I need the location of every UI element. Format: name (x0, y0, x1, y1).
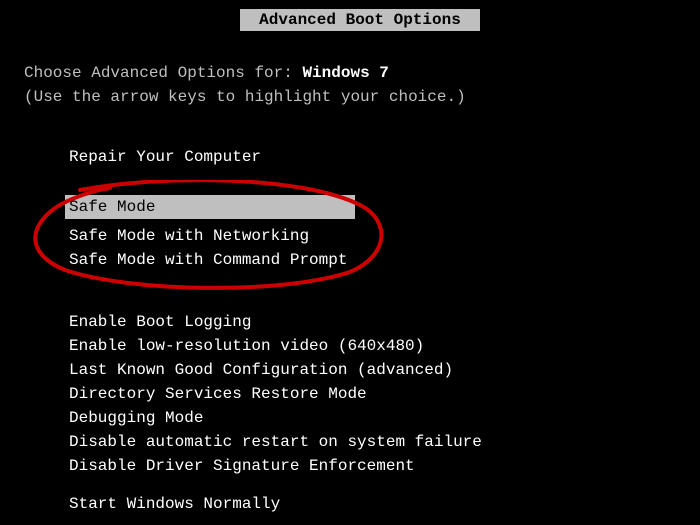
menu-directory-services-restore[interactable]: Directory Services Restore Mode (65, 382, 371, 406)
menu-repair-your-computer[interactable]: Repair Your Computer (65, 145, 265, 169)
menu-last-known-good-configuration[interactable]: Last Known Good Configuration (advanced) (65, 358, 457, 382)
prompt-prefix: Choose Advanced Options for: (24, 64, 302, 82)
prompt-instructions: (Use the arrow keys to highlight your ch… (24, 88, 466, 106)
menu-safe-mode-command-prompt[interactable]: Safe Mode with Command Prompt (65, 248, 351, 272)
menu-safe-mode[interactable]: Safe Mode (65, 195, 355, 219)
menu-disable-automatic-restart[interactable]: Disable automatic restart on system fail… (65, 430, 486, 454)
menu-safe-mode-networking[interactable]: Safe Mode with Networking (65, 224, 313, 248)
os-name: Windows 7 (302, 64, 388, 82)
menu-enable-low-resolution-video[interactable]: Enable low-resolution video (640x480) (65, 334, 428, 358)
menu-enable-boot-logging[interactable]: Enable Boot Logging (65, 310, 255, 334)
menu-disable-driver-signature[interactable]: Disable Driver Signature Enforcement (65, 454, 419, 478)
menu-debugging-mode[interactable]: Debugging Mode (65, 406, 207, 430)
page-title: Advanced Boot Options (240, 9, 480, 31)
menu-start-windows-normally[interactable]: Start Windows Normally (65, 492, 284, 516)
prompt-choose-options: Choose Advanced Options for: Windows 7 (24, 64, 389, 82)
